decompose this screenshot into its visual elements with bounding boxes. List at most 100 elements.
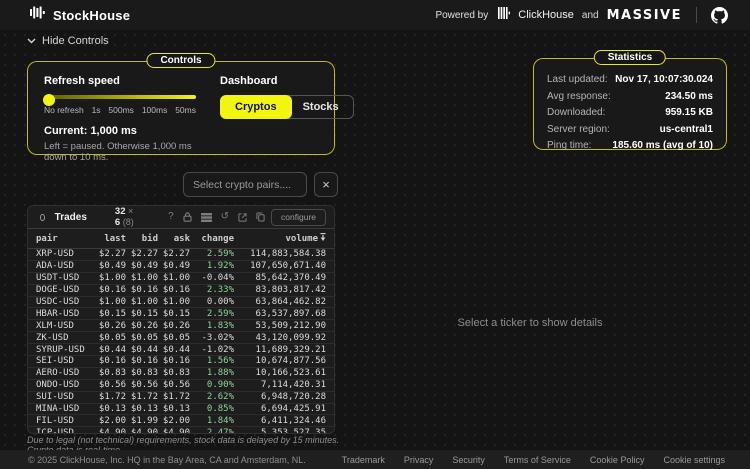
column-header-change[interactable]: change — [190, 234, 234, 244]
footer-link-privacy[interactable]: Privacy — [404, 455, 434, 465]
column-header-bid[interactable]: bid — [126, 234, 158, 244]
table-cell: 10,166,523.61 — [234, 368, 326, 378]
footer-link-terms[interactable]: Terms of Service — [504, 455, 571, 465]
controls-panel: Controls Refresh speed No refresh 1s 500… — [27, 61, 335, 155]
stat-row-ping-time: Ping time: 185.60 ms (avg of 10) — [547, 140, 713, 151]
table-cell: $0.05 — [126, 333, 158, 343]
column-header-ask[interactable]: ask — [158, 234, 190, 244]
table-cell: ICP-USD — [36, 428, 92, 434]
table-cell: 0.90% — [190, 380, 234, 390]
column-header-last[interactable]: last — [92, 234, 126, 244]
table-cell: $1.00 — [126, 297, 158, 307]
slider-thumb[interactable] — [43, 94, 55, 106]
header-divider — [696, 7, 697, 23]
copy-icon[interactable] — [256, 212, 265, 222]
tick-label: 50ms — [175, 105, 196, 115]
column-header-volume[interactable]: volume — [234, 233, 326, 244]
table-cell: XRP-USD — [36, 249, 92, 259]
clear-selection-button[interactable]: × — [314, 172, 338, 197]
help-icon[interactable]: ? — [168, 212, 174, 222]
footer-link-security[interactable]: Security — [452, 455, 485, 465]
table-row[interactable]: AERO-USD$0.83$0.83$0.831.88%10,166,523.6… — [28, 368, 334, 380]
table-cell: $0.16 — [158, 356, 190, 366]
clickhouse-link[interactable]: ClickHouse — [518, 9, 574, 21]
massive-logo[interactable]: MASSIVE — [607, 8, 682, 23]
github-icon[interactable] — [711, 7, 728, 24]
table-row[interactable]: HBAR-USD$0.15$0.15$0.152.59%63,537,897.6… — [28, 308, 334, 320]
table-cell: $0.16 — [126, 285, 158, 295]
table-cell: $2.27 — [126, 249, 158, 259]
table-cell: $1.72 — [92, 392, 126, 402]
table-row[interactable]: FIL-USD$2.00$1.99$2.001.84%6,411,324.46 — [28, 415, 334, 427]
footer-link-cookie-policy[interactable]: Cookie Policy — [590, 455, 645, 465]
dashboard-label: Dashboard — [220, 75, 354, 87]
table-cell: ADA-USD — [36, 261, 92, 271]
footer-link-trademark[interactable]: Trademark — [342, 455, 385, 465]
lock-icon[interactable] — [183, 212, 192, 222]
trades-title: Trades — [55, 212, 87, 223]
table-row[interactable]: XLM-USD$0.26$0.26$0.261.83%53,509,212.90 — [28, 320, 334, 332]
table-row[interactable]: ZK-USD$0.05$0.05$0.05-3.02%43,120,099.92 — [28, 332, 334, 344]
table-header-row: pair last bid ask change volume — [28, 229, 334, 249]
table-row[interactable]: SYRUP-USD$0.44$0.44$0.44-1.02%11,689,329… — [28, 344, 334, 356]
table-cell: 83,803,817.42 — [234, 285, 326, 295]
stockhouse-logo-icon — [30, 5, 45, 25]
table-cell: $0.83 — [158, 368, 190, 378]
pair-selector: × — [183, 172, 338, 197]
column-header-pair[interactable]: pair — [36, 234, 92, 244]
pair-select-input[interactable] — [183, 172, 307, 197]
table-cell: $0.56 — [158, 380, 190, 390]
external-link-icon[interactable] — [238, 213, 247, 222]
stocks-tab[interactable]: Stocks — [288, 95, 354, 119]
table-cell: ONDO-USD — [36, 380, 92, 390]
table-row[interactable]: DOGE-USD$0.16$0.16$0.162.33%83,803,817.4… — [28, 285, 334, 297]
table-cell: 10,674,877.56 — [234, 356, 326, 366]
app-title: StockHouse — [53, 8, 130, 23]
table-cell: $0.13 — [92, 404, 126, 414]
table-row[interactable]: XRP-USD$2.27$2.27$2.272.59%114,883,584.3… — [28, 249, 334, 261]
rows-icon[interactable] — [201, 213, 212, 222]
volume-label: volume — [285, 234, 318, 244]
table-cell: $1.00 — [92, 297, 126, 307]
hide-controls-toggle[interactable]: Hide Controls — [27, 35, 109, 47]
slider-track[interactable] — [44, 95, 196, 99]
table-row[interactable]: SEI-USD$0.16$0.16$0.161.56%10,674,877.56 — [28, 356, 334, 368]
app-header: StockHouse Powered by ClickHouse and MAS… — [0, 0, 750, 30]
table-row[interactable]: ADA-USD$0.49$0.49$0.491.92%107,650,671.4… — [28, 261, 334, 273]
stat-label: Downloaded: — [547, 107, 605, 118]
table-row[interactable]: ONDO-USD$0.56$0.56$0.560.90%7,114,420.31 — [28, 380, 334, 392]
table-cell: $0.83 — [92, 368, 126, 378]
table-cell: $0.56 — [126, 380, 158, 390]
stat-label: Ping time: — [547, 140, 591, 151]
tick-label: 1s — [92, 105, 101, 115]
row-count: 32 — [115, 206, 126, 217]
table-cell: $2.27 — [92, 249, 126, 259]
refresh-speed-slider[interactable]: No refresh 1s 500ms 100ms 50ms — [44, 95, 196, 115]
table-row[interactable]: USDC-USD$1.00$1.00$1.000.00%63,864,462.8… — [28, 297, 334, 309]
table-cell: 0.85% — [190, 404, 234, 414]
table-cell: 6,694,425.91 — [234, 404, 326, 414]
table-row[interactable]: SUI-USD$1.72$1.72$1.722.62%6,948,720.28 — [28, 392, 334, 404]
refresh-icon[interactable]: ↺ — [221, 212, 229, 222]
table-cell: 1.84% — [190, 416, 234, 426]
table-cell: 6,411,324.46 — [234, 416, 326, 426]
trades-table-panel: Trades 32 × 6 (8) ? ↺ — [27, 205, 335, 434]
cryptos-tab[interactable]: Cryptos — [220, 95, 292, 119]
table-cell: 1.83% — [190, 321, 234, 331]
table-row[interactable]: MINA-USD$0.13$0.13$0.130.85%6,694,425.91 — [28, 404, 334, 416]
table-cell: 2.62% — [190, 392, 234, 402]
table-cell: 63,537,897.68 — [234, 309, 326, 319]
stat-value: 959.15 KB — [665, 107, 713, 118]
table-row[interactable]: USDT-USD$1.00$1.00$1.00-0.04%85,642,370.… — [28, 273, 334, 285]
statistics-panel-title: Statistics — [594, 50, 666, 65]
stat-label: Last updated: — [547, 74, 608, 85]
table-cell: $0.16 — [158, 285, 190, 295]
hide-controls-label: Hide Controls — [42, 35, 109, 47]
footer-link-cookie-settings[interactable]: Cookie settings — [663, 455, 725, 465]
configure-button[interactable]: configure — [271, 209, 326, 226]
clickhouse-logo-icon — [498, 6, 510, 24]
table-cell: $0.44 — [158, 345, 190, 355]
table-row[interactable]: ICP-USD$4.90$4.90$4.902.47%5,353,527.35 — [28, 427, 334, 434]
copyright-text: © 2025 ClickHouse, Inc. HQ in the Bay Ar… — [28, 455, 306, 465]
stat-row-server-region: Server region: us-central1 — [547, 124, 713, 135]
